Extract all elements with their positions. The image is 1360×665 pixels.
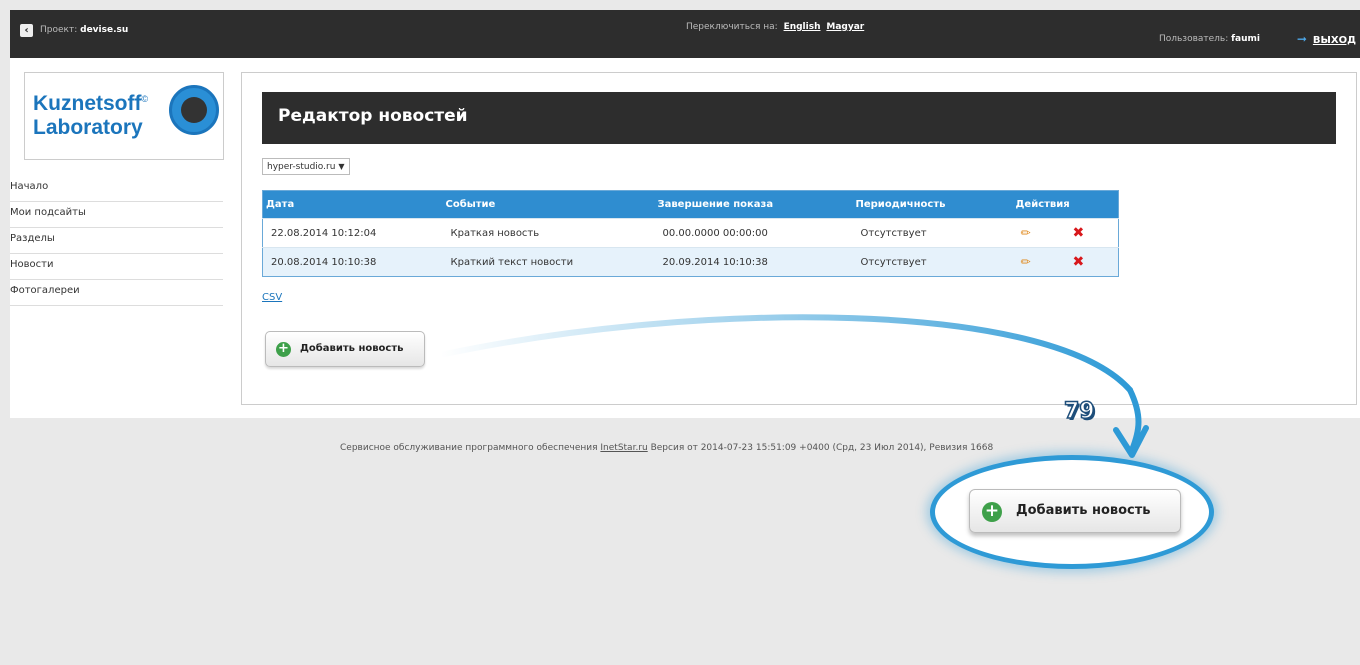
add-news-button-zoomed: + Добавить новость <box>969 489 1181 533</box>
annotation-arrow <box>437 314 1149 458</box>
callout-zoom: + Добавить новость <box>930 455 1214 569</box>
add-news-zoom-label: Добавить новость <box>1016 503 1151 518</box>
step-number: 79 <box>1063 398 1095 425</box>
plus-icon: + <box>982 502 1002 522</box>
